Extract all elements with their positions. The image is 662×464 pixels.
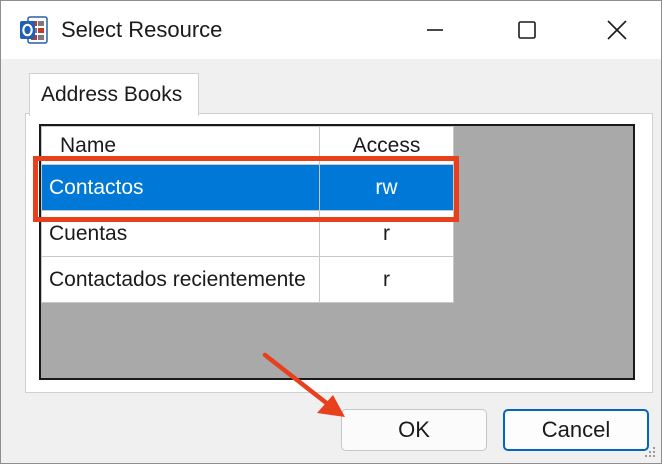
window-title: Select Resource (61, 17, 223, 42)
minimize-icon (427, 29, 443, 31)
close-button[interactable] (587, 1, 647, 59)
address-books-table: Name Access Contactos rw Cuentas r Conta… (41, 126, 454, 303)
select-resource-dialog: Select Resource Address Books Name Acces… (0, 0, 662, 464)
row-access-cell[interactable]: rw (319, 164, 454, 211)
column-header-name[interactable]: Name (41, 126, 320, 165)
row-access-cell[interactable]: r (319, 256, 454, 303)
close-icon (607, 20, 627, 40)
tab-address-books[interactable]: Address Books (29, 73, 199, 116)
cancel-button[interactable]: Cancel (503, 409, 649, 451)
title-bar[interactable]: Select Resource (1, 1, 661, 59)
column-header-access[interactable]: Access (319, 126, 454, 165)
address-books-grid[interactable]: Name Access Contactos rw Cuentas r Conta… (39, 124, 635, 380)
maximize-icon (518, 21, 536, 39)
maximize-button[interactable] (497, 1, 557, 59)
ok-button[interactable]: OK (341, 409, 487, 451)
row-name-cell[interactable]: Contactos (41, 164, 320, 211)
tab-label: Address Books (41, 83, 183, 106)
grid-header-row: Name Access (41, 126, 454, 165)
table-row[interactable]: Contactados recientemente r (41, 256, 454, 303)
outlook-icon (20, 16, 48, 44)
row-access-cell[interactable]: r (319, 210, 454, 257)
row-name-cell[interactable]: Contactados recientemente (41, 256, 320, 303)
resize-grip-icon[interactable] (641, 443, 657, 459)
row-name-cell[interactable]: Cuentas (41, 210, 320, 257)
minimize-button[interactable] (405, 1, 465, 59)
table-row[interactable]: Cuentas r (41, 210, 454, 257)
table-row[interactable]: Contactos rw (41, 164, 454, 211)
